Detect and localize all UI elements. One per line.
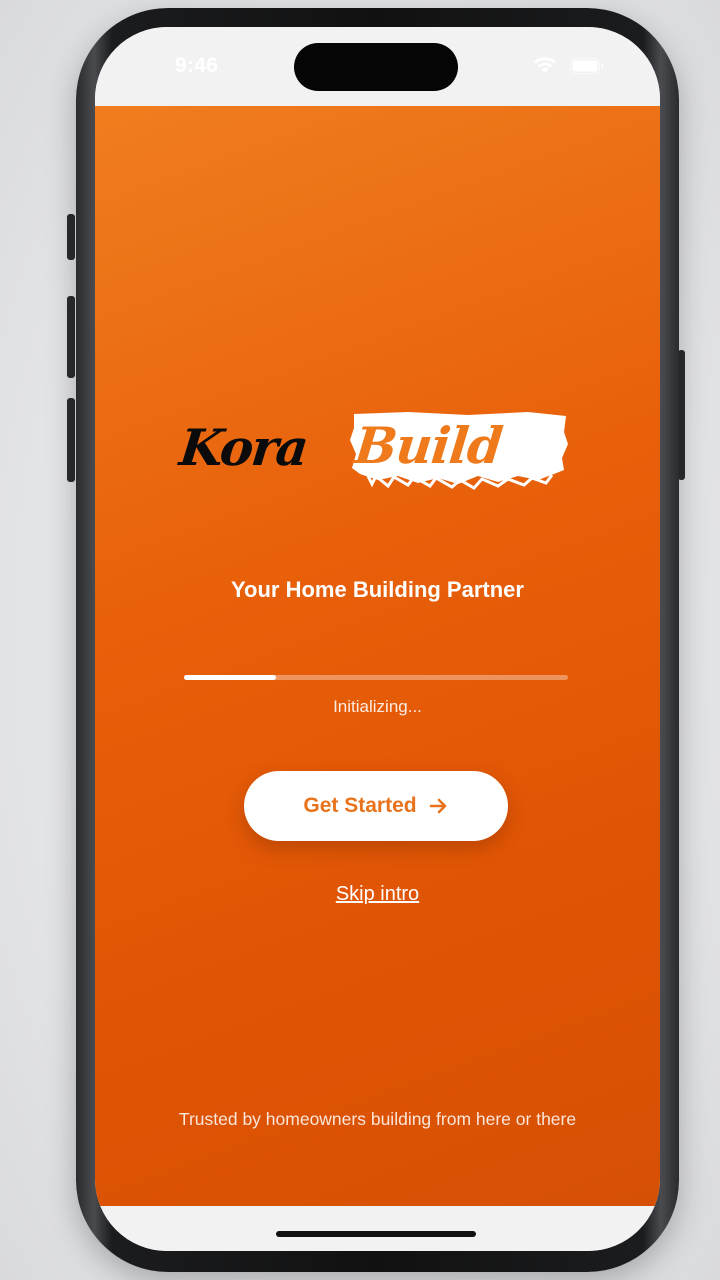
get-started-button[interactable]: Get Started <box>244 771 508 841</box>
wifi-icon <box>534 57 556 73</box>
progress-fill <box>184 675 277 680</box>
progress-status-text: Initializing... <box>333 697 422 716</box>
arrow-right-icon <box>429 798 446 814</box>
home-indicator-area <box>95 1206 660 1251</box>
logo-text-kora: Kora <box>176 418 310 477</box>
footer-trust-text: Trusted by homeowners building from here… <box>178 1109 577 1129</box>
dynamic-island <box>294 43 458 91</box>
power-button <box>678 350 685 480</box>
home-indicator[interactable] <box>276 1231 476 1237</box>
volume-up-button <box>67 296 75 378</box>
get-started-label: Get Started <box>303 794 417 817</box>
splash-screen: Kora Build Your Home Building Partner In… <box>95 106 660 1206</box>
progress-bar <box>184 675 568 680</box>
skip-intro-link-row: Skip intro <box>95 883 660 906</box>
status-bar: 9:46 <box>95 27 660 106</box>
skip-intro-link[interactable]: Skip intro <box>336 883 419 905</box>
volume-down-button <box>67 398 75 482</box>
status-time: 9:46 <box>175 54 219 77</box>
logo-text-build: Build <box>351 416 505 475</box>
phone-screen: 9:46 Kora Build Your Home Building Partn… <box>95 27 660 1251</box>
battery-icon <box>570 58 604 74</box>
tagline: Your Home Building Partner <box>231 577 524 602</box>
stage: 9:46 Kora Build Your Home Building Partn… <box>0 0 720 1280</box>
action-button <box>67 214 75 260</box>
korabuild-logo: Kora Build <box>176 406 575 506</box>
